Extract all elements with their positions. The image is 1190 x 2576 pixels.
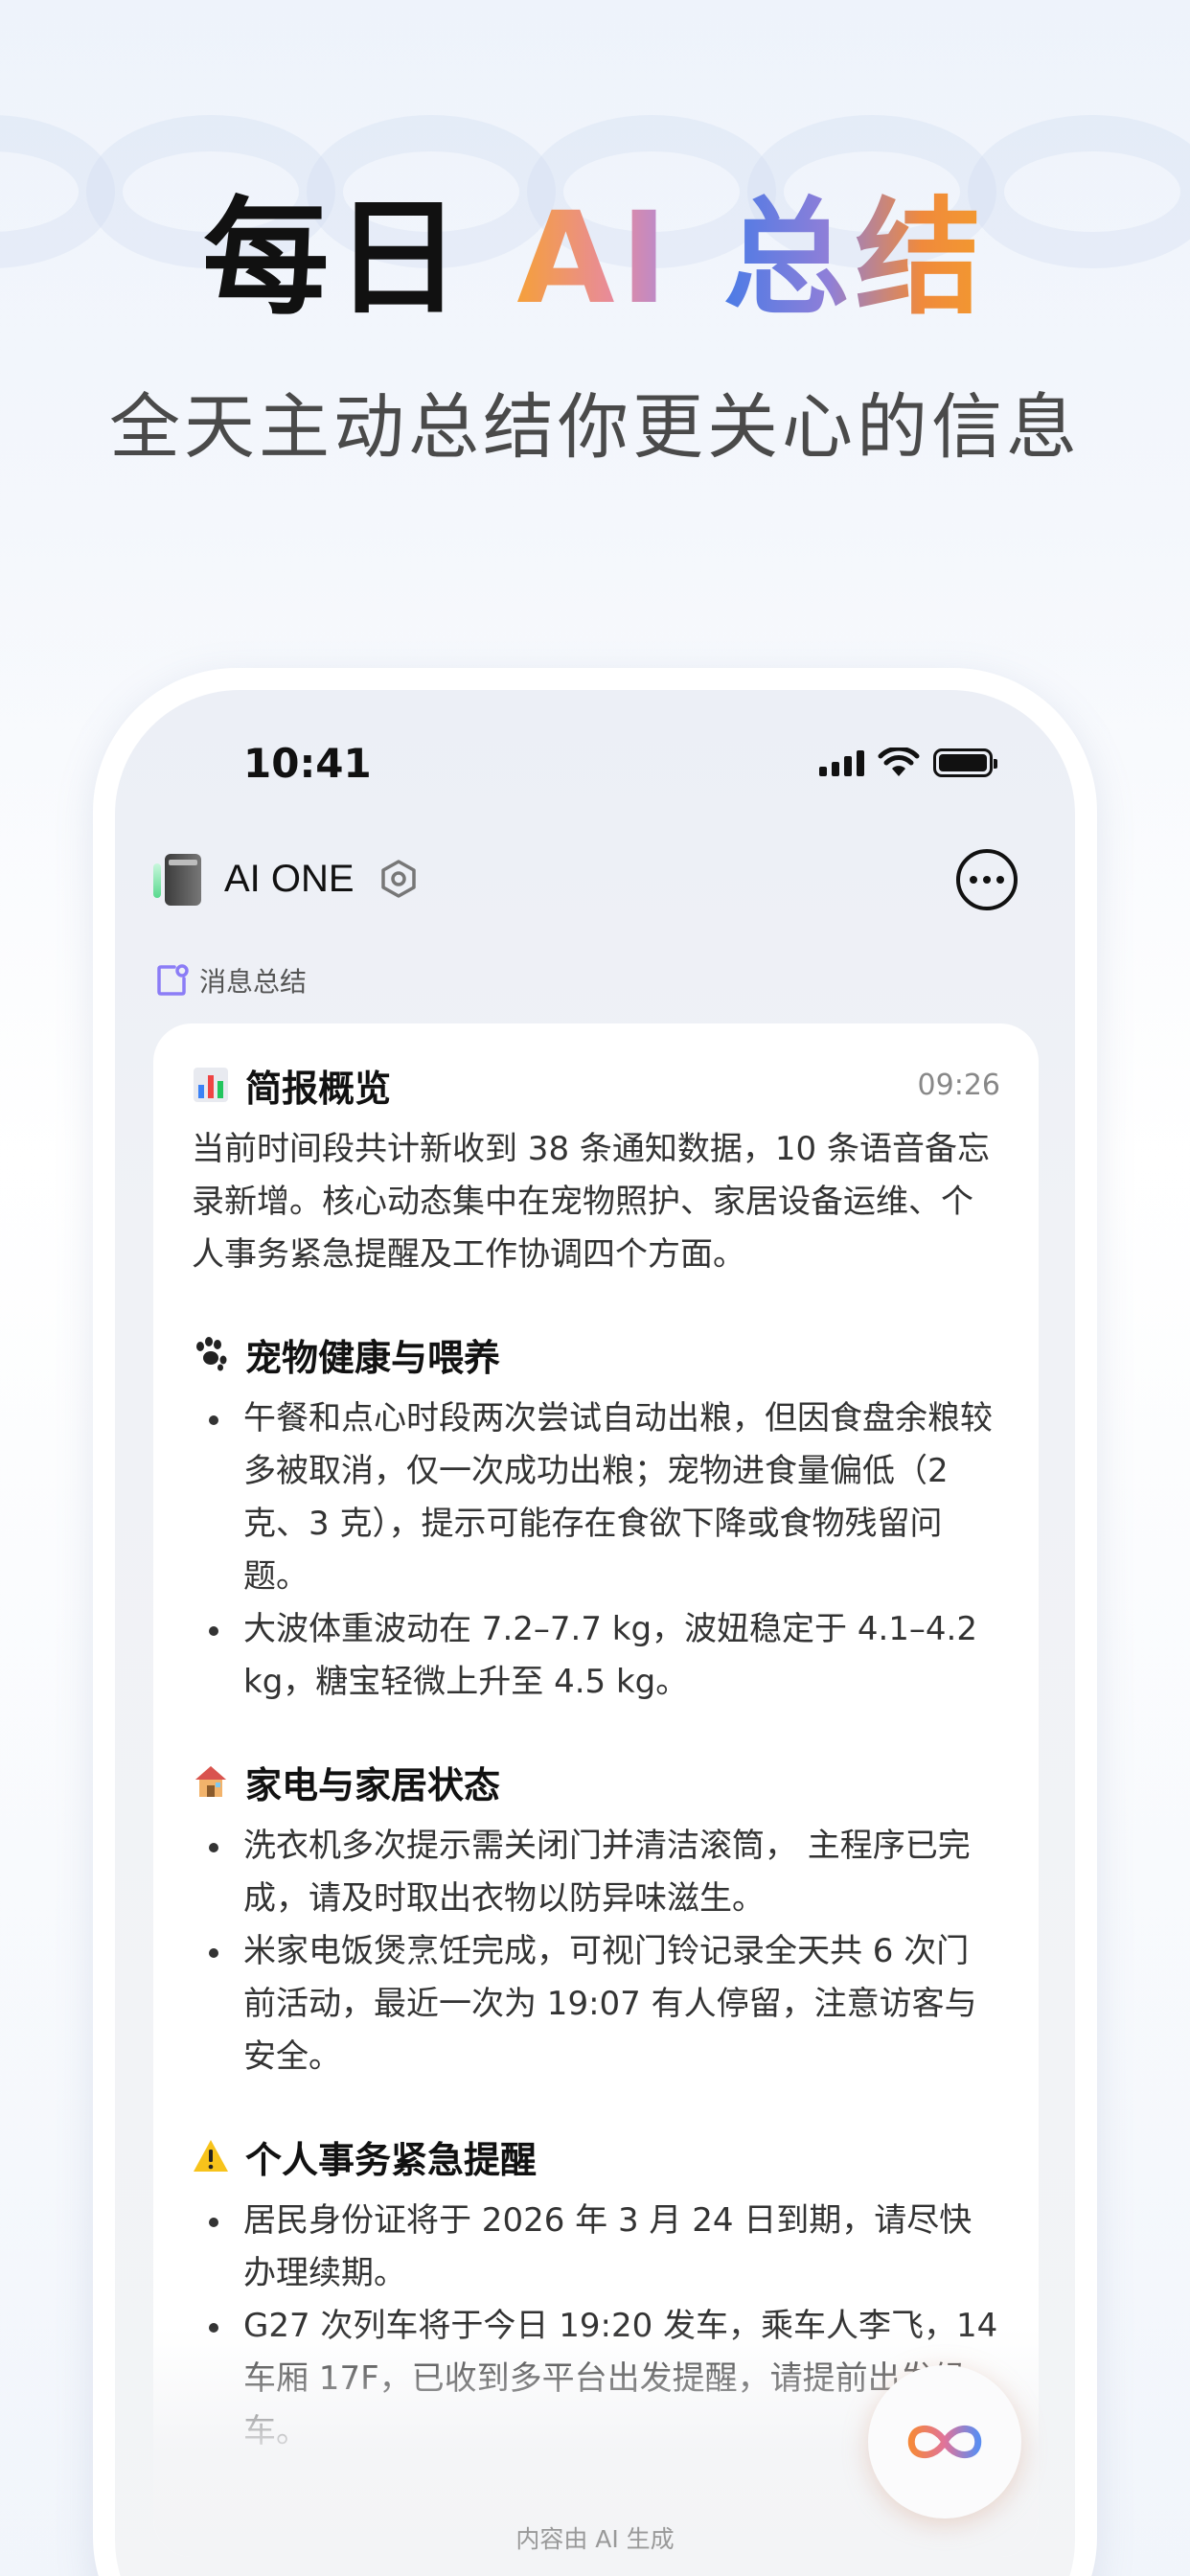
ai-generated-note: 内容由 AI 生成	[515, 2525, 675, 2553]
promo-title-daily: 每日	[202, 185, 468, 333]
section-label: 消息总结	[155, 961, 307, 1000]
bar-chart-icon	[194, 1068, 228, 1102]
personal-section-title: 个人事务紧急提醒	[192, 2129, 1000, 2183]
status-time: 10:41	[243, 740, 372, 787]
pet-bullet-list: 午餐和点心时段两次尝试自动出粮，但因食盘余粮较多被取消，仅一次成功出粮；宠物进食…	[192, 1392, 1000, 1709]
card-time: 09:26	[917, 1068, 1000, 1102]
dot-icon	[970, 876, 977, 884]
ai-assistant-button[interactable]	[868, 2365, 1021, 2518]
summary-card[interactable]: 简报概览 09:26 当前时间段共计新收到 38 条通知数据，10 条语音备忘录…	[153, 1024, 1039, 2557]
app-header: AI ONE	[153, 843, 1037, 914]
overview-text: 当前时间段共计新收到 38 条通知数据，10 条语音备忘录新增。核心动态集中在宠…	[192, 1130, 990, 1274]
list-item: 洗衣机多次提示需关闭门并清洁滚筒， 主程序已完成，请及时取出衣物以防异味滋生。	[192, 1820, 1000, 1925]
promo-title-ai: AI	[516, 185, 674, 333]
promo-title-summary: 总结	[722, 185, 988, 333]
message-summary-icon	[157, 964, 189, 996]
card-title-text: 简报概览	[245, 1067, 392, 1110]
paw-icon	[196, 1337, 227, 1371]
wifi-icon	[878, 748, 920, 776]
section-label-text: 消息总结	[199, 966, 308, 998]
list-item: 居民身份证将于 2026 年 3 月 24 日到期，请尽快办理续期。	[192, 2195, 1000, 2300]
pet-section-title-text: 宠物健康与喂养	[245, 1336, 501, 1379]
card-title: 简报概览	[192, 1059, 391, 1112]
warning-icon	[194, 2140, 228, 2172]
cellular-signal-icon	[819, 749, 864, 776]
pet-section-title: 宠物健康与喂养	[192, 1327, 1000, 1381]
card-header: 简报概览 09:26	[192, 1058, 1000, 1112]
home-bullet-list: 洗衣机多次提示需关闭门并清洁滚筒， 主程序已完成，请及时取出衣物以防异味滋生。 …	[192, 1820, 1000, 2083]
status-icons	[819, 748, 997, 778]
app-name[interactable]: AI ONE	[224, 858, 355, 901]
list-item: 米家电饭煲烹饪完成，可视门铃记录全天共 6 次门前活动，最近一次为 19:07 …	[192, 1925, 1000, 2083]
list-item: 午餐和点心时段两次尝试自动出粮，但因食盘余粮较多被取消，仅一次成功出粮；宠物进食…	[192, 1392, 1000, 1603]
battery-icon	[933, 748, 997, 777]
dot-icon	[996, 876, 1004, 884]
promo-title: 每日 AI 总结	[0, 187, 1190, 331]
dot-icon	[983, 876, 991, 884]
more-options-button[interactable]	[956, 849, 1018, 910]
infinity-logo-icon	[907, 2426, 982, 2458]
device-icon[interactable]	[153, 852, 203, 906]
personal-section-title-text: 个人事务紧急提醒	[245, 2138, 538, 2181]
list-item: 大波体重波动在 7.2–7.7 kg，波妞稳定于 4.1–4.2 kg，糖宝轻微…	[192, 1603, 1000, 1709]
home-section-title: 家电与家居状态	[192, 1755, 1000, 1808]
settings-hexagon-icon[interactable]	[378, 858, 420, 900]
phone-screen: 10:41 AI ONE 消息总结 简报概览 09:26 当前时间段共计新收到 …	[115, 690, 1075, 2576]
home-section-title-text: 家电与家居状态	[245, 1763, 501, 1806]
house-icon	[195, 1766, 226, 1797]
promo-subtitle: 全天主动总结你更关心的信息	[109, 386, 1081, 469]
